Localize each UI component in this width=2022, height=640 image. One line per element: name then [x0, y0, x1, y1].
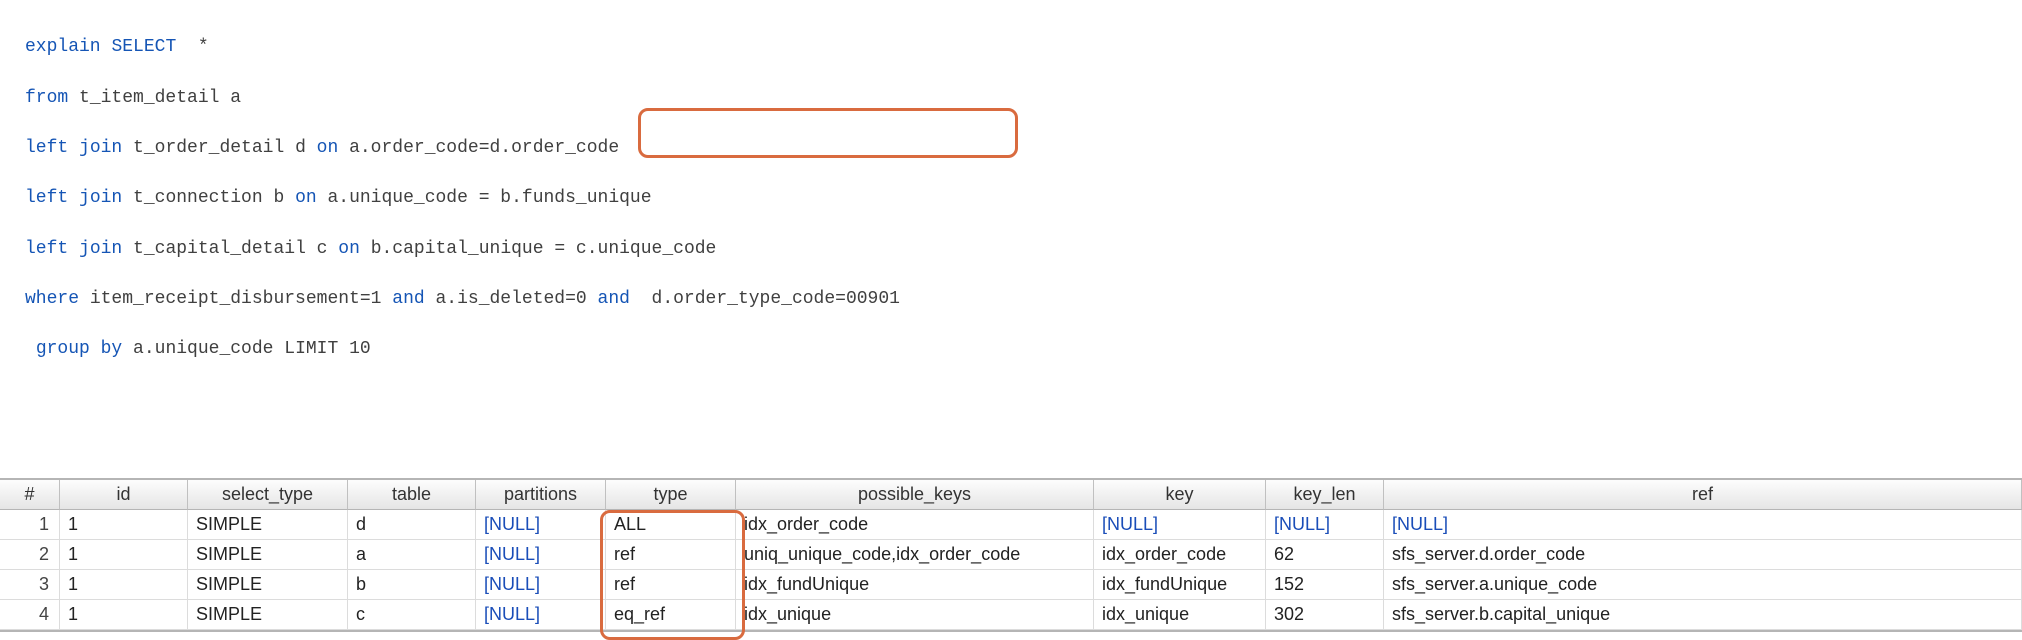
cell-key-len[interactable]: 152: [1266, 570, 1384, 600]
cell-ref[interactable]: sfs_server.b.capital_unique: [1384, 600, 2022, 630]
cell-possible-keys[interactable]: idx_unique: [736, 600, 1094, 630]
sql-text: a.is_deleted=0: [425, 289, 598, 309]
cell-possible-keys[interactable]: idx_order_code: [736, 510, 1094, 540]
cell-partitions[interactable]: [NULL]: [476, 570, 606, 600]
sql-text: a.unique_code LIMIT 10: [122, 339, 370, 359]
sql-keyword: join: [68, 138, 122, 158]
cell-partitions[interactable]: [NULL]: [476, 510, 606, 540]
annotation-box-where: [638, 108, 1018, 158]
sql-text: d.order_type_code=00901: [630, 289, 900, 309]
cell-ref[interactable]: sfs_server.d.order_code: [1384, 540, 2022, 570]
cell-possible-keys[interactable]: uniq_unique_code,idx_order_code: [736, 540, 1094, 570]
cell-table[interactable]: b: [348, 570, 476, 600]
row-number: 4: [0, 600, 60, 630]
sql-text: t_connection b: [122, 188, 295, 208]
sql-text: b.capital_unique = c.unique_code: [360, 239, 716, 259]
sql-text: *: [176, 37, 208, 57]
row-number: 1: [0, 510, 60, 540]
sql-keyword: from: [25, 88, 68, 108]
sql-keyword: join: [68, 188, 122, 208]
cell-select-type[interactable]: SIMPLE: [188, 540, 348, 570]
sql-keyword: where: [25, 289, 79, 309]
sql-editor[interactable]: explain SELECT * from t_item_detail a le…: [0, 0, 2022, 423]
cell-key[interactable]: [NULL]: [1094, 510, 1266, 540]
cell-id[interactable]: 1: [60, 510, 188, 540]
cell-table[interactable]: c: [348, 600, 476, 630]
cell-key-len[interactable]: [NULL]: [1266, 510, 1384, 540]
sql-keyword: join: [68, 239, 122, 259]
sql-keyword: on: [338, 239, 360, 259]
cell-key-len[interactable]: 62: [1266, 540, 1384, 570]
cell-ref[interactable]: sfs_server.a.unique_code: [1384, 570, 2022, 600]
cell-key-len[interactable]: 302: [1266, 600, 1384, 630]
sql-keyword: on: [295, 188, 317, 208]
sql-text: a.unique_code = b.funds_unique: [317, 188, 652, 208]
cell-possible-keys[interactable]: idx_fundUnique: [736, 570, 1094, 600]
cell-id[interactable]: 1: [60, 570, 188, 600]
row-number: 2: [0, 540, 60, 570]
cell-key[interactable]: idx_order_code: [1094, 540, 1266, 570]
explain-grid: # id select_type table partitions type p…: [0, 480, 2022, 630]
cell-table[interactable]: d: [348, 510, 476, 540]
sql-text: a.order_code=d.order_code: [338, 138, 619, 158]
cell-ref[interactable]: [NULL]: [1384, 510, 2022, 540]
sql-keyword: left: [25, 188, 68, 208]
cell-select-type[interactable]: SIMPLE: [188, 510, 348, 540]
cell-table[interactable]: a: [348, 540, 476, 570]
sql-keyword: group: [36, 339, 90, 359]
explain-results: # id select_type table partitions type p…: [0, 478, 2022, 632]
sql-text: t_order_detail d: [122, 138, 316, 158]
cell-id[interactable]: 1: [60, 600, 188, 630]
sql-text: item_receipt_disbursement=1: [79, 289, 392, 309]
cell-partitions[interactable]: [NULL]: [476, 540, 606, 570]
cell-id[interactable]: 1: [60, 540, 188, 570]
sql-text: [101, 37, 112, 57]
sql-keyword: left: [25, 239, 68, 259]
cell-partitions[interactable]: [NULL]: [476, 600, 606, 630]
sql-keyword: explain: [25, 37, 101, 57]
cell-key[interactable]: idx_fundUnique: [1094, 570, 1266, 600]
annotation-box-type: [600, 510, 745, 640]
sql-keyword: left: [25, 138, 68, 158]
sql-text: t_capital_detail c: [122, 239, 338, 259]
row-number: 3: [0, 570, 60, 600]
cell-select-type[interactable]: SIMPLE: [188, 600, 348, 630]
sql-keyword: and: [598, 289, 630, 309]
sql-keyword: by: [90, 339, 122, 359]
sql-keyword: SELECT: [111, 37, 176, 57]
sql-text: t_item_detail a: [68, 88, 241, 108]
sql-keyword: and: [392, 289, 424, 309]
cell-select-type[interactable]: SIMPLE: [188, 570, 348, 600]
cell-key[interactable]: idx_unique: [1094, 600, 1266, 630]
sql-keyword: on: [317, 138, 339, 158]
